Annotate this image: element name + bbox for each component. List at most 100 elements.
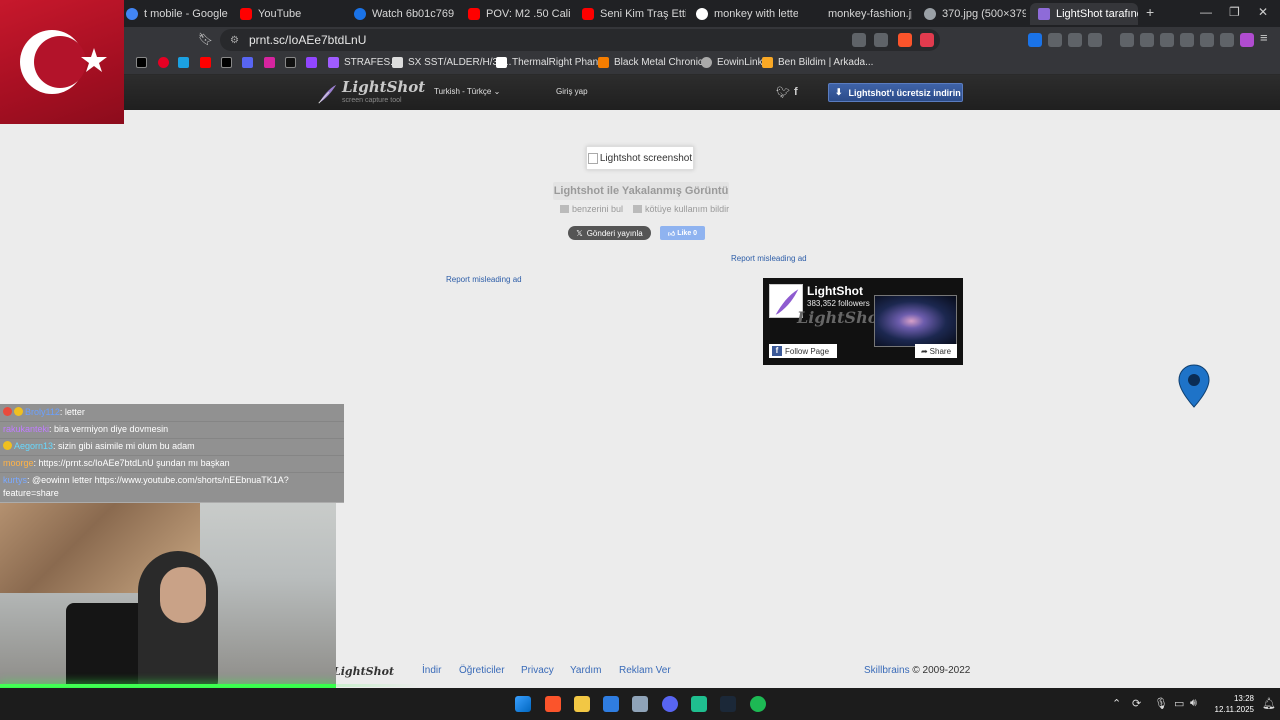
wallet-icon[interactable] — [1180, 33, 1194, 47]
network-icon[interactable]: ▭ — [1174, 697, 1184, 710]
bookmark-thermalright[interactable]: ThermalRight Phant... — [496, 57, 609, 68]
chat-message: moorge: https://prnt.sc/IoAEe7btdLnU şun… — [0, 455, 344, 473]
site-info-icon[interactable]: ⚙︎ — [230, 35, 239, 46]
youtube-icon — [582, 8, 594, 20]
bookmark-pinterest[interactable] — [158, 57, 169, 68]
footer-link-help[interactable]: Yardım — [570, 665, 602, 676]
company-link[interactable]: Skillbrains — [864, 665, 910, 676]
bookmark-instagram[interactable] — [264, 57, 275, 68]
language-selector[interactable]: Turkish - Türkçe ⌄ — [434, 87, 500, 96]
taskbar-clock[interactable]: 13:28 12.11.2025 — [1210, 693, 1254, 715]
browser-tab-active[interactable]: LightShot tarafından✕ — [1030, 3, 1138, 25]
report-ad-link-right[interactable]: Report misleading ad — [731, 254, 807, 263]
minimize-icon[interactable]: — — [1200, 5, 1212, 19]
lightshot-logo[interactable]: LightShot screen capture tool — [316, 80, 425, 108]
bookmark-youtube[interactable] — [200, 57, 211, 68]
notification-icon[interactable]: 🔔︎ — [1262, 697, 1276, 710]
browser-tab[interactable]: POV: M2 .50 Caliber M — [460, 3, 570, 25]
footer-link-tutorials[interactable]: Öğreticiler — [459, 665, 505, 676]
screenshot-image[interactable]: Lightshot screenshot — [586, 146, 694, 170]
browser-tab[interactable]: monkey-fashion.jpg (5 — [802, 3, 912, 25]
spotify-icon[interactable] — [750, 696, 766, 712]
screenshot-caption: Lightshot ile Yakalanmış Görüntü — [553, 182, 729, 200]
bookmark-strafes[interactable]: STRAFES.io — [328, 57, 401, 68]
photos-icon[interactable] — [603, 696, 619, 712]
brave-rewards-icon[interactable] — [920, 33, 934, 47]
bookmark-l[interactable] — [178, 57, 189, 68]
discord-icon[interactable] — [662, 696, 678, 712]
music-icon[interactable] — [1140, 33, 1154, 47]
page-name[interactable]: LightShot — [807, 284, 863, 298]
cast-icon[interactable] — [852, 33, 866, 47]
chevron-up-icon[interactable]: ⌃ — [1112, 697, 1121, 710]
facebook-like-button[interactable]: 👍︎ Like 0 — [660, 226, 705, 240]
youtube-icon — [468, 8, 480, 20]
brave-icon[interactable] — [545, 696, 561, 712]
bookmark-black-metal[interactable]: Black Metal Chronic... — [598, 57, 711, 68]
download-icon[interactable] — [1120, 33, 1134, 47]
sync-icon[interactable]: ⟳ — [1132, 697, 1141, 710]
bookmark-discord[interactable] — [242, 57, 253, 68]
menu-icon[interactable]: ≡ — [1260, 30, 1274, 45]
bookmark-x[interactable] — [221, 57, 232, 68]
browser-tab[interactable]: t mobile - Google'da A — [118, 3, 228, 25]
discord-icon — [242, 57, 253, 68]
x-post-button[interactable]: 𝕏 Gönderi yayınla — [568, 226, 651, 240]
new-tab-button[interactable]: + — [1146, 4, 1154, 20]
report-ad-link-left[interactable]: Report misleading ad — [446, 275, 522, 284]
profile-icon[interactable] — [1240, 33, 1254, 47]
url-field[interactable]: ⚙︎ prnt.sc/IoAEe7btdLnU — [220, 29, 940, 51]
vpn-icon[interactable] — [1220, 33, 1234, 47]
facebook-icon: f — [772, 346, 782, 356]
bookmark-sx[interactable]: SX SST/ALDER/H/3T... — [392, 57, 511, 68]
footer-link-download[interactable]: İndir — [422, 665, 441, 676]
extension-icon[interactable] — [1048, 33, 1062, 47]
facebook-icon[interactable]: f — [794, 86, 798, 98]
download-button[interactable]: ⬇︎ Lightshot'ı ücretsiz indirin — [828, 83, 963, 102]
find-similar-link[interactable]: benzerini bul — [560, 204, 623, 214]
browser-tab-bar: t mobile - Google'da A YouTube Watch 6b0… — [0, 0, 1280, 27]
footer-link-advertise[interactable]: Reklam Ver — [619, 665, 671, 676]
share-icon[interactable] — [874, 33, 888, 47]
bookmark-tiktok[interactable] — [136, 57, 147, 68]
extension-icon[interactable] — [1088, 33, 1102, 47]
bookmark-kr[interactable] — [285, 57, 296, 68]
browser-tab[interactable]: 370.jpg (500×379) — [916, 3, 1026, 25]
puzzle-icon[interactable] — [1068, 33, 1082, 47]
microphone-icon[interactable]: 🎙︎ — [1154, 697, 1168, 710]
volume-icon[interactable]: 🔊︎ — [1190, 697, 1197, 710]
file-explorer-icon[interactable] — [574, 696, 590, 712]
document-icon — [392, 57, 403, 68]
follow-page-button[interactable]: f Follow Page — [769, 344, 837, 358]
browser-tab[interactable]: monkey with letter jack — [688, 3, 798, 25]
sidebar-icon[interactable] — [1160, 33, 1174, 47]
browser-tab[interactable]: Watch 6b01c769 | Stre — [346, 3, 456, 25]
bookmark-icon[interactable]: 🔖︎ — [198, 32, 213, 46]
app-icon[interactable] — [691, 696, 707, 712]
footer-logo[interactable]: LightShot — [333, 665, 394, 678]
location-pin-icon[interactable] — [1178, 364, 1210, 408]
footer-link-privacy[interactable]: Privacy — [521, 665, 554, 676]
report-abuse-link[interactable]: kötüye kullanım bildir — [633, 204, 729, 214]
app-icon[interactable] — [632, 696, 648, 712]
leo-icon[interactable] — [1200, 33, 1214, 47]
share-button[interactable]: ➦ Share — [915, 344, 957, 358]
bookmark-eowinlink[interactable]: EowinLink — [701, 57, 763, 68]
steam-icon[interactable] — [720, 696, 736, 712]
trash-icon — [633, 205, 643, 213]
extension-icon[interactable] — [1028, 33, 1042, 47]
twitter-icon[interactable]: 🐦︎ — [776, 86, 790, 99]
facebook-page-widget[interactable]: LightShot 383,352 followers LightShot fF… — [763, 278, 963, 365]
blogger-icon — [598, 57, 609, 68]
login-link[interactable]: Giriş yap — [556, 87, 588, 96]
badge-icon — [3, 407, 12, 416]
bookmark-twitch[interactable] — [306, 57, 317, 68]
close-window-icon[interactable]: ✕ — [1258, 5, 1268, 19]
browser-tab[interactable]: YouTube — [232, 3, 342, 25]
restore-icon[interactable]: ❐ — [1229, 5, 1240, 19]
x-icon — [221, 57, 232, 68]
brave-shield-icon[interactable] — [898, 33, 912, 47]
browser-tab[interactable]: Seni Kim Traş Etti... - Yo — [574, 3, 686, 25]
windows-start-icon[interactable] — [515, 696, 531, 712]
bookmark-ben-bildim[interactable]: Ben Bildim | Arkada... — [762, 57, 873, 68]
